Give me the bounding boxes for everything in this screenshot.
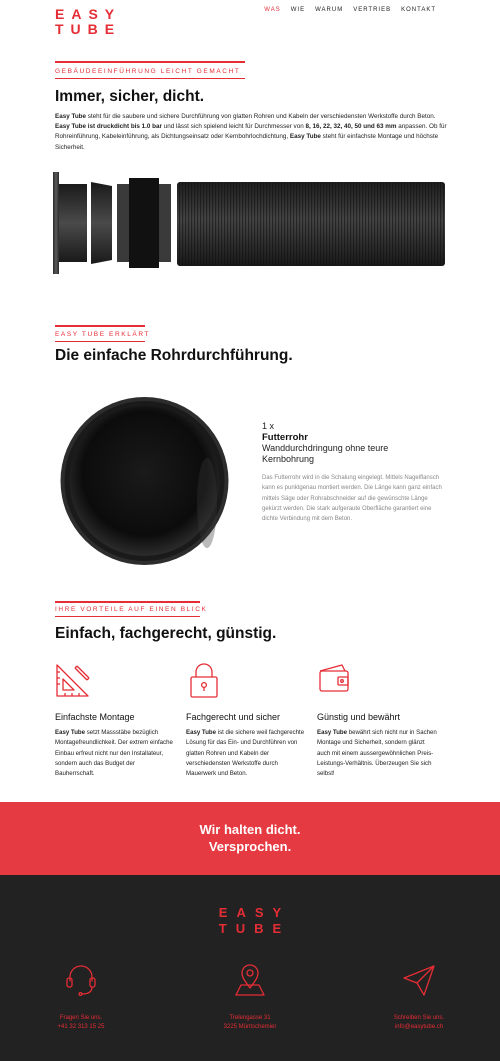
headset-icon (66, 965, 96, 997)
product-quantity: 1 x (262, 421, 275, 431)
footer-phone-number[interactable]: +41 32 313 15 25 (26, 1023, 136, 1032)
footer-contact-phone[interactable]: Fragen Sie uns. +41 32 313 15 25 (26, 963, 136, 1032)
footer-logo[interactable]: EASY TUBE (0, 905, 500, 937)
brand-name: Easy Tube (317, 729, 348, 736)
brand-name: Easy Tube (186, 729, 217, 736)
benefit-title: Günstig und bewährt (317, 712, 401, 722)
intro-text-2: und lässt sich spielend leicht für Durch… (161, 123, 306, 131)
section-label-benefits: IHRE VORTEILE AUF EINEN BLICK (55, 606, 208, 613)
nav-item-wie[interactable]: WIE (291, 7, 305, 15)
footer: EASY TUBE Fragen Sie uns. +41 32 313 15 … (0, 875, 500, 1061)
wallet-icon (319, 664, 349, 692)
footer-logo-line-2: TUBE (218, 921, 291, 936)
product-name: Futterrohr (262, 432, 308, 443)
benefit-title: Fachgerecht und sicher (186, 712, 281, 722)
lock-icon (190, 663, 218, 698)
benefit-text: Easy Tube setzt Massstäbe bezüglich Mont… (55, 728, 175, 779)
benefit-text-body: bewährt sich nicht nur in Sachen Montage… (317, 729, 437, 778)
nav-item-kontakt[interactable]: KONTAKT (401, 7, 436, 15)
benefit-text: Easy Tube ist die sichere weil fachgerec… (186, 728, 306, 779)
brand-name: Easy Tube (55, 113, 87, 120)
logo-line-1: EASY (55, 6, 122, 22)
benefit-item-montage: Einfachste Montage Easy Tube setzt Masss… (55, 662, 175, 779)
benefit-title: Einfachste Montage (55, 712, 135, 722)
nav-item-warum[interactable]: WARUM (315, 7, 343, 15)
footer-phone-label: Fragen Sie uns. (59, 1015, 103, 1021)
intro-heading: Immer, sicher, dicht. (55, 88, 205, 105)
footer-contact-address[interactable]: Trelengasse 31 3225 Müntschemier (195, 963, 305, 1032)
intro-text-1: steht für die saubere und sichere Durchf… (86, 113, 436, 120)
map-pin-icon (235, 964, 265, 996)
logo[interactable]: EASY TUBE (55, 7, 121, 37)
section-divider-top (55, 601, 200, 603)
promise-banner: Wir halten dicht. Versprochen. (0, 802, 500, 875)
footer-contact-email[interactable]: Schreiben Sie uns. info@easytube.ch (364, 963, 474, 1032)
benefit-text-body: ist die sichere weil fachgerechte Lösung… (186, 729, 305, 778)
footer-city: 3225 Müntschemier (223, 1024, 277, 1030)
benefit-item-guenstig: Günstig und bewährt Easy Tube bewährt si… (317, 662, 437, 779)
section-divider-bottom (55, 616, 200, 617)
section-divider-top (55, 61, 245, 63)
footer-email-address[interactable]: info@easytube.ch (364, 1023, 474, 1032)
section-divider-bottom (55, 78, 245, 79)
paper-plane-icon (403, 965, 435, 996)
section-label-explain: EASY TUBE ERKLÄRT (55, 331, 151, 338)
section-divider-top (55, 325, 145, 327)
footer-logo-line-1: EASY (218, 905, 291, 920)
brand-name: Easy Tube (289, 133, 321, 141)
nav-item-was[interactable]: WAS (264, 7, 280, 15)
intro-pressure: Easy Tube ist druckdicht bis 1.0 bar (55, 123, 162, 131)
explain-heading: Die einfache Rohrdurchführung. (55, 347, 293, 364)
tube-assembly-image (53, 172, 445, 274)
footer-email-label: Schreiben Sie uns. (393, 1015, 445, 1021)
banner-line-1: Wir halten dicht. (199, 822, 301, 837)
intro-diameters: 8, 16, 22, 32, 40, 50 und 63 mm (305, 123, 397, 131)
nav-item-vertrieb[interactable]: VERTRIEB (353, 7, 391, 15)
intro-paragraph: Easy Tube steht für die saubere und sich… (55, 112, 450, 153)
futterrohr-image (60, 397, 229, 565)
ruler-triangle-icon (56, 664, 90, 697)
product-description: Das Futterrohr wird in die Schalung eing… (262, 475, 442, 523)
section-label-intro: GEBÄUDEEINFÜHRUNG LEICHT GEMACHT (55, 68, 241, 75)
section-divider-bottom (55, 341, 145, 342)
product-subtitle: Wanddurchdringung ohne teure Kernbohrung (262, 443, 389, 464)
benefits-heading: Einfach, fachgerecht, günstig. (55, 625, 277, 642)
logo-line-2: TUBE (55, 21, 122, 37)
brand-name: Easy Tube (55, 729, 86, 736)
footer-street: Trelengasse 31 (229, 1015, 271, 1021)
benefit-text: Easy Tube bewährt sich nicht nur in Sach… (317, 728, 437, 779)
banner-line-2: Versprochen. (208, 839, 292, 854)
main-nav: WAS WIE WARUM VERTRIEB KONTAKT (264, 7, 436, 15)
benefit-item-sicherheit: Fachgerecht und sicher Easy Tube ist die… (186, 662, 306, 779)
benefit-text-body: setzt Massstäbe bezüglich Montagefreundl… (55, 729, 173, 778)
